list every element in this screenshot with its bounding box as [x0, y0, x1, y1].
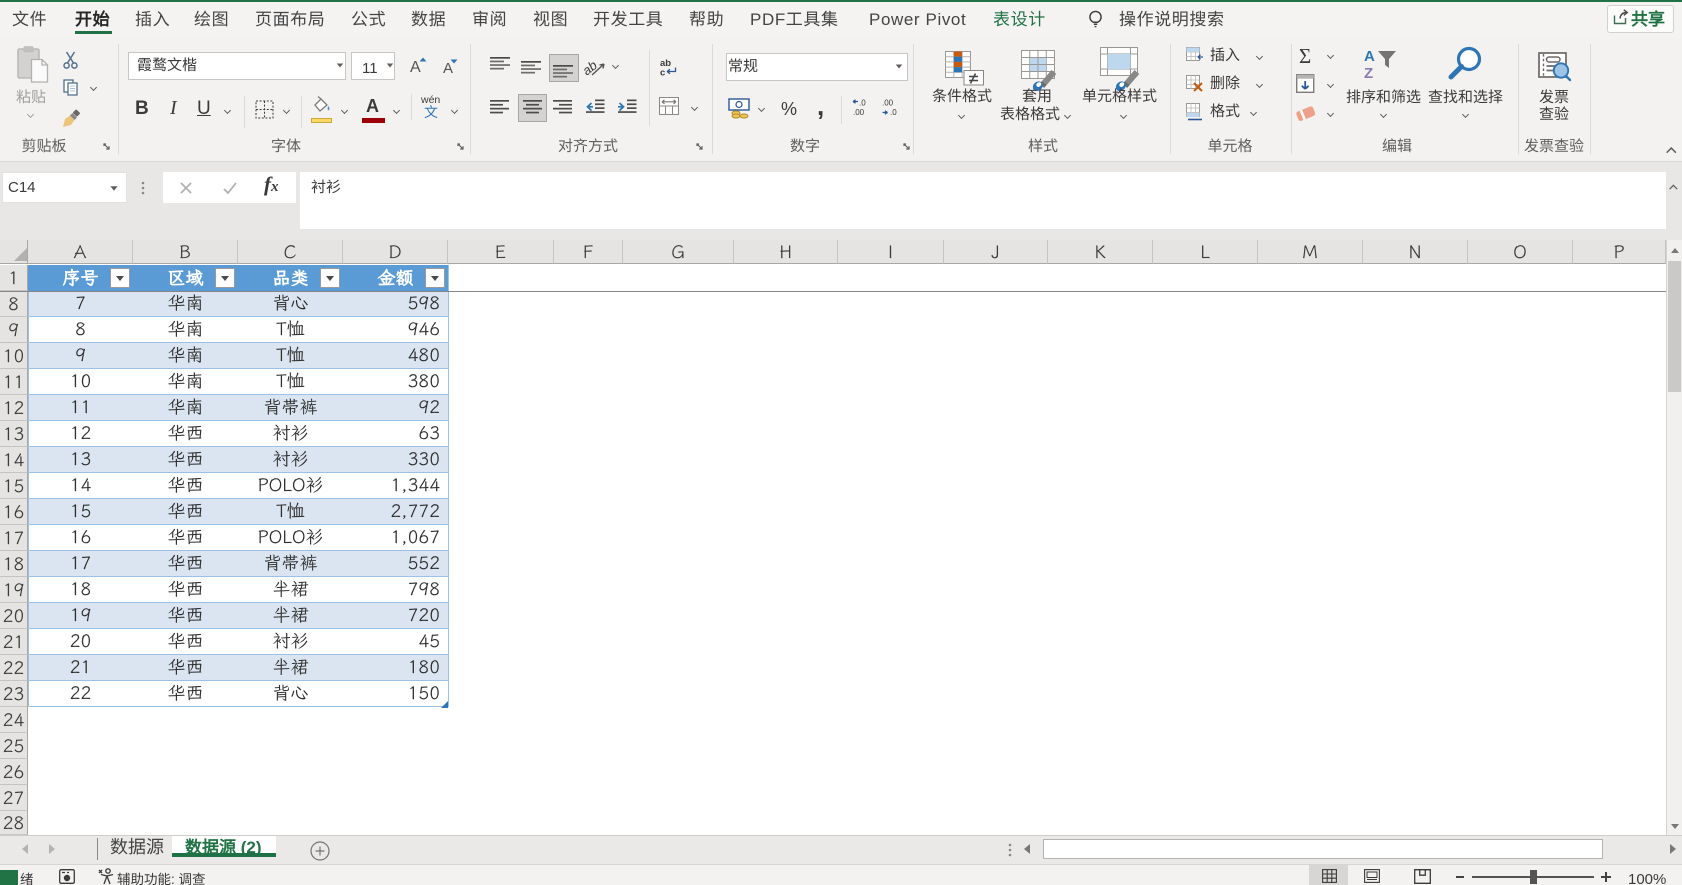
svg-text:Z: Z: [1364, 65, 1373, 82]
svg-text:.0: .0: [890, 107, 897, 118]
svg-text:ab: ab: [577, 55, 600, 79]
svg-text:.00: .00: [853, 107, 865, 118]
svg-text:A: A: [1364, 48, 1375, 65]
svg-text:c: c: [660, 65, 665, 79]
